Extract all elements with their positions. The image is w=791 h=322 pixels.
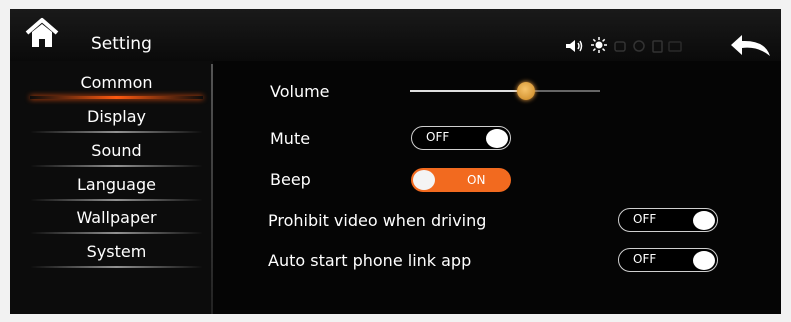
sidebar-item-system[interactable]: System xyxy=(30,240,203,268)
auto-start-phone-toggle[interactable]: OFF xyxy=(618,248,718,272)
toggle-knob xyxy=(486,129,508,148)
divider xyxy=(30,232,203,234)
beep-toggle[interactable]: ON xyxy=(411,168,511,192)
status-bar xyxy=(565,37,703,57)
sidebar-item-wallpaper[interactable]: Wallpaper xyxy=(30,206,203,234)
sidebar-item-sound[interactable]: Sound xyxy=(30,139,203,167)
sidebar-item-display[interactable]: Display xyxy=(30,105,203,133)
mute-label: Mute xyxy=(270,129,311,148)
home-icon xyxy=(25,18,59,47)
sidebar-item-label: Common xyxy=(80,73,153,92)
slider-thumb[interactable] xyxy=(516,82,535,100)
toggle-knob xyxy=(693,251,715,270)
sidebar-item-label: Language xyxy=(77,175,156,194)
volume-label: Volume xyxy=(270,82,330,101)
back-arrow-icon xyxy=(731,35,770,56)
toggle-state: OFF xyxy=(426,130,450,144)
toggle-state: OFF xyxy=(633,252,657,266)
page-title: Setting xyxy=(91,34,152,54)
sidebar-item-common[interactable]: Common xyxy=(30,71,203,99)
speaker-icon xyxy=(565,38,585,57)
dim-status-icons xyxy=(613,38,703,57)
slider-fill xyxy=(410,90,526,92)
back-button[interactable] xyxy=(728,31,776,61)
settings-panel: Volume Mute OFF Beep ON Prohibit video w… xyxy=(213,61,781,314)
toggle-state: OFF xyxy=(633,212,657,226)
settings-screen: Setting Common Display Sound Language Wa… xyxy=(10,9,781,314)
auto-start-phone-label: Auto start phone link app xyxy=(268,251,472,270)
prohibit-video-toggle[interactable]: OFF xyxy=(618,208,718,232)
home-button[interactable] xyxy=(24,16,60,50)
divider xyxy=(30,131,203,133)
volume-slider[interactable] xyxy=(410,81,600,101)
toggle-state: ON xyxy=(467,173,486,187)
divider xyxy=(30,266,203,268)
beep-label: Beep xyxy=(270,170,311,189)
sidebar-item-language[interactable]: Language xyxy=(30,173,203,201)
mute-toggle[interactable]: OFF xyxy=(411,126,511,150)
toggle-knob xyxy=(413,170,435,190)
sidebar-item-label: Display xyxy=(87,107,146,126)
sidebar-item-label: System xyxy=(86,242,147,261)
divider xyxy=(30,199,203,201)
toggle-knob xyxy=(693,211,715,230)
sidebar-item-label: Wallpaper xyxy=(76,208,157,227)
divider xyxy=(30,165,203,167)
prohibit-video-label: Prohibit video when driving xyxy=(268,211,487,230)
sidebar-item-label: Sound xyxy=(91,141,142,160)
sidebar-menu: Common Display Sound Language Wallpaper … xyxy=(10,61,213,314)
brightness-icon xyxy=(591,37,607,57)
active-indicator xyxy=(30,96,203,99)
header-bar: Setting xyxy=(10,9,781,61)
